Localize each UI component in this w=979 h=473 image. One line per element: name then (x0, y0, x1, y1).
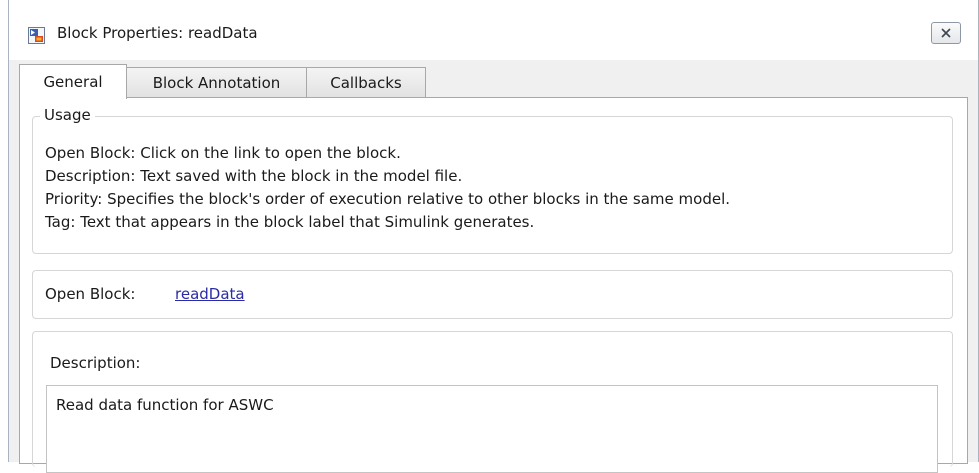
close-x-icon (940, 24, 952, 43)
tab-block-annotation[interactable]: Block Annotation (126, 67, 307, 97)
open-block-section: Open Block: readData (32, 270, 953, 319)
simulink-block-icon (28, 27, 45, 44)
dialog-content: General Block Annotation Callbacks Usage… (9, 60, 978, 473)
general-tab-panel: Usage Open Block: Click on the link to o… (19, 97, 968, 473)
description-textarea[interactable]: Read data function for ASWC (46, 385, 938, 473)
open-block-label: Open Block: (45, 285, 136, 303)
usage-line-description: Description: Text saved with the block i… (45, 167, 463, 185)
usage-line-priority: Priority: Specifies the block's order of… (45, 190, 731, 208)
description-label: Description: (50, 354, 141, 372)
block-properties-dialog: Block Properties: readData General Block… (8, 0, 979, 473)
window-title: Block Properties: readData (57, 24, 258, 42)
usage-group: Usage Open Block: Click on the link to o… (32, 106, 953, 254)
usage-legend: Usage (40, 106, 95, 124)
close-button[interactable] (931, 22, 961, 44)
open-block-link[interactable]: readData (175, 285, 245, 303)
title-bar[interactable]: Block Properties: readData (9, 0, 978, 60)
tab-callbacks[interactable]: Callbacks (306, 67, 426, 97)
usage-line-open-block: Open Block: Click on the link to open th… (45, 144, 401, 162)
usage-line-tag: Tag: Text that appears in the block labe… (45, 213, 535, 231)
description-section: Description: Read data function for ASWC (32, 331, 953, 473)
tab-general[interactable]: General (19, 64, 127, 99)
